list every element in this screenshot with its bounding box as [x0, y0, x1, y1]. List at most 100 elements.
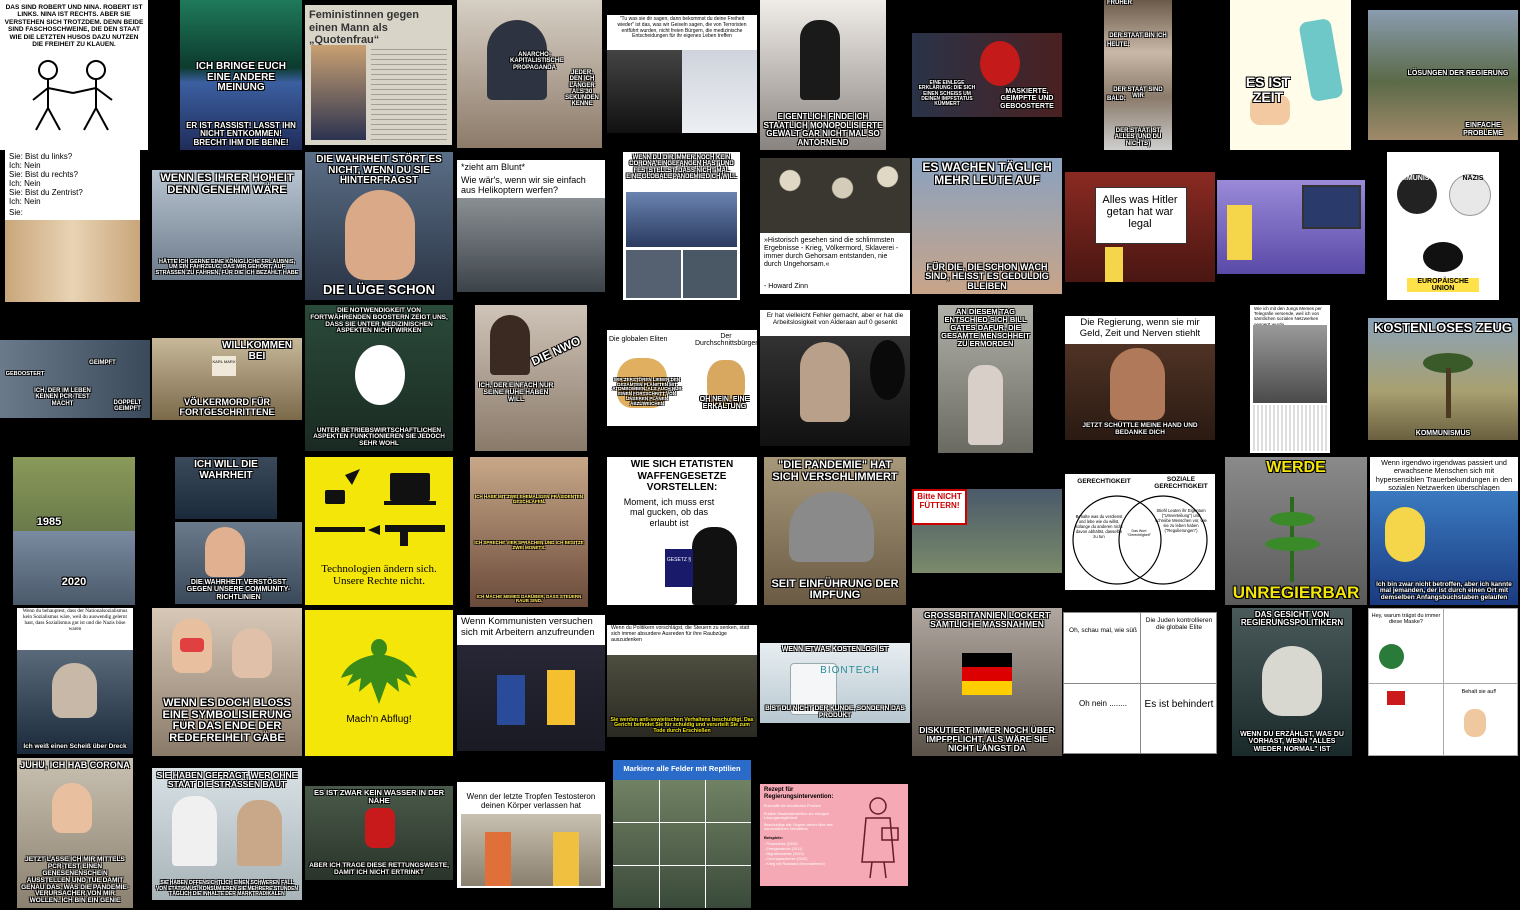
- meme-tile[interactable]: Mach'n Abflug!: [305, 610, 453, 756]
- meme-tile[interactable]: DAS SIND ROBERT UND NINA. ROBERT IST LIN…: [0, 0, 148, 150]
- meme-tile[interactable]: Sie: Bist du links? Ich: Nein Sie: Bist …: [5, 150, 140, 302]
- meme-tile[interactable]: Oh, schau mal, wie süß Die Juden kontrol…: [1063, 612, 1217, 754]
- meme-tile[interactable]: WENN ETWAS KOSTENLOS IST BIONTECH BIST D…: [760, 643, 910, 723]
- meme-tile[interactable]: ES IST ZWAR KEIN WASSER IN DER NÄHE ABER…: [305, 786, 453, 880]
- meme-caption: WIE SICH ETATISTEN WAFFENGESETZE VORSTEL…: [630, 459, 734, 493]
- meme-tile[interactable]: GROSSBRITANNIEN LOCKERT SÄMTLICHE MASSNA…: [912, 608, 1062, 756]
- meme-caption: WENN ES DOCH BLOSS EINE SYMBOLISIERUNG F…: [162, 697, 292, 744]
- meme-tile[interactable]: ICH BRINGE EUCH EINE ANDERE MEINUNG ER I…: [180, 0, 302, 150]
- meme-caption: Sie: Bist du Zentrist?: [9, 188, 83, 197]
- meme-caption: FÜR DIE, DIE SCHON WACH SIND, HEISST ES …: [925, 261, 1049, 291]
- meme-tile[interactable]: Markiere alle Felder mit Reptilien: [613, 760, 751, 908]
- meme-tile[interactable]: GERECHTIGKEIT SOZIALE GERECHTIGKEIT Beha…: [1065, 474, 1215, 590]
- meme-caption: ES IST ZWAR KEIN WASSER IN DER NÄHE: [313, 788, 444, 805]
- meme-tile[interactable]: Technologien ändern sich. Unsere Rechte …: [305, 457, 453, 605]
- meme-tile[interactable]: Wenn der letzte Tropfen Testosteron dein…: [457, 782, 605, 888]
- meme-tile[interactable]: Wenn irgendwo irgendwas passiert und erw…: [1370, 457, 1518, 605]
- meme-caption: - Coronapandemie (2020): [764, 857, 808, 861]
- meme-tile[interactable]: Feministinnen gegen einen Mann als „Quot…: [305, 5, 452, 145]
- meme-tile[interactable]: [1217, 180, 1365, 274]
- meme-caption: Alles was Hitler getan hat war legal: [1102, 194, 1178, 230]
- meme-tile[interactable]: Hey, warum trägst du immer diese Maske? …: [1368, 608, 1518, 756]
- meme-tile[interactable]: Wenn du behauptest, dass der Nationalsoz…: [17, 608, 133, 754]
- meme-tile[interactable]: KOMMUNISTEN NAZIS EUROPÄISCHE UNION: [1387, 152, 1499, 300]
- meme-caption: Hey, warum trägst du immer diese Maske?: [1371, 613, 1441, 625]
- meme-caption: Wie wär's, wenn wir sie einfach aus Heli…: [461, 175, 586, 196]
- meme-tile[interactable]: »Historisch gesehen sind die schlimmsten…: [760, 158, 910, 294]
- meme-tile[interactable]: EIGENTLICH FINDE ICH STAATLICH MONOPOLIS…: [760, 0, 886, 150]
- meme-caption: Ich habe mit zwei ehemaligen Präsidenten…: [474, 494, 583, 504]
- meme-tile[interactable]: DIE WAHRHEIT STÖRT ES NICHT, WENN DU SIE…: [305, 152, 453, 300]
- meme-caption: Wenn irgendwo irgendwas passiert und erw…: [1375, 458, 1513, 492]
- meme-caption: ABER ICH TRAGE DIESE RETTUNGSWESTE, DAMI…: [309, 862, 449, 877]
- meme-caption: KOMMUNISTEN: [1390, 175, 1444, 182]
- meme-caption: DAS GESICHT VON REGIERUNGSPOLITIKERN: [1240, 610, 1344, 628]
- meme-caption: ES WACHEN TÄGLICH MEHR LEUTE AUF: [922, 160, 1052, 187]
- meme-caption: Jeder, den ich länger als 30 Sekunden ke…: [565, 70, 599, 108]
- meme-tile[interactable]: Rezept für Regierungsintervention: Ersch…: [760, 784, 908, 886]
- meme-caption: Er hat vielleicht Fehler gemacht, aber e…: [766, 312, 904, 327]
- meme-caption: EUROPÄISCHE UNION: [1407, 278, 1479, 292]
- meme-caption: Oh nein ........: [1078, 699, 1128, 708]
- meme-caption: FRÜHER: [1107, 0, 1132, 6]
- meme-tile[interactable]: Wenn Kommunisten versuchen sich mit Arbe…: [457, 615, 605, 751]
- meme-caption: EINE EINLEGE ERKLÄRUNG: DIE SICH EINEN S…: [918, 80, 976, 107]
- meme-tile[interactable]: JUHU, ICH HAB CORONA JETZT LASSE ICH MIR…: [17, 758, 133, 908]
- meme-tile[interactable]: *zieht am Blunt* Wie wär's, wenn wir sie…: [457, 160, 605, 292]
- meme-tile[interactable]: Bitte NICHT FÜTTERN!: [912, 489, 1062, 573]
- meme-caption: Erschaffe ein künstliches Problem: [764, 804, 822, 808]
- meme-caption: DIE LÜGE SCHON: [323, 282, 435, 298]
- meme-tile[interactable]: SIE HABEN GEFRAGT, WER OHNE STAAT DIE ST…: [152, 768, 302, 900]
- meme-tile[interactable]: WENN ES DOCH BLOSS EINE SYMBOLISIERUNG F…: [152, 608, 302, 756]
- meme-tile[interactable]: Die globalen Eliten Der Durchschnittsbür…: [607, 330, 757, 426]
- meme-caption: Wenn du Politikern vorschlägst, die Steu…: [611, 625, 750, 643]
- meme-tile[interactable]: EINE EINLEGE ERKLÄRUNG: DIE SICH EINEN S…: [912, 33, 1062, 117]
- meme-caption: - Krieg mit Russland (bevorstehend): [764, 862, 825, 866]
- meme-tile[interactable]: WENN DU DIR IMMER NOCH KEIN CORONA EINGE…: [623, 152, 740, 300]
- meme-caption: Sie werden anti-sowjetischen Verhaltens …: [610, 716, 754, 734]
- meme-tile[interactable]: Die Regierung, wenn sie mir Geld, Zeit u…: [1065, 316, 1215, 440]
- meme-caption: Rezept für Regierungsintervention:: [764, 787, 834, 800]
- meme-tile[interactable]: WERDE UNREGIERBAR: [1225, 457, 1367, 605]
- meme-tile[interactable]: "Tu was sie dir sagen, dann bekommst du …: [607, 15, 757, 133]
- meme-tile[interactable]: Wenn du Politikern vorschlägst, die Steu…: [607, 625, 757, 737]
- meme-tile[interactable]: ICH WILL DIE WAHRHEIT: [175, 457, 277, 519]
- meme-tile[interactable]: anarcho-kapitalistische Propaganda Jeder…: [457, 0, 602, 148]
- meme-caption: Sie: Bist du links?: [9, 152, 73, 161]
- meme-tile[interactable]: FRÜHER DER STAAT BIN ICH HEUTE: DER STAA…: [1104, 0, 1172, 150]
- meme-tile[interactable]: WENN ES IHRER HOHEIT DENN GENEHM WÄRE HÄ…: [152, 170, 302, 280]
- meme-tile[interactable]: ES IST ZEIT: [1230, 0, 1351, 150]
- meme-caption: WENN DU ERZÄHLST, WAS DU VORHAST, WENN "…: [1240, 730, 1344, 753]
- meme-tile[interactable]: Er hat vielleicht Fehler gemacht, aber e…: [760, 310, 910, 446]
- meme-caption: GEIMPFT: [89, 360, 116, 366]
- meme-tile[interactable]: Die NWO Ich, der einfach nur seine Ruhe …: [475, 305, 587, 451]
- meme-tile[interactable]: ES WACHEN TÄGLICH MEHR LEUTE AUF FÜR DIE…: [912, 158, 1062, 294]
- meme-tile[interactable]: LÖSUNGEN DER REGIERUNG EINFACHE PROBLEME: [1368, 10, 1518, 140]
- meme-tile[interactable]: Alles was Hitler getan hat war legal: [1065, 172, 1215, 282]
- meme-tile[interactable]: 1985 2020: [13, 457, 135, 605]
- meme-tile[interactable]: "DIE PANDEMIE" HAT SICH VERSCHLIMMERT SE…: [764, 457, 906, 605]
- meme-caption: BIST DU NICHT DER KUNDE, SONDERN DAS PRO…: [765, 705, 905, 720]
- meme-tile[interactable]: DIE NOTWENDIGKEIT VON FORTWÄHRENDEN BOOS…: [305, 305, 453, 451]
- meme-tile[interactable]: KOSTENLOSES ZEUG KOMMUNISMUS: [1368, 318, 1518, 440]
- meme-caption: DIE WAHRHEIT STÖRT ES NICHT, WENN DU SIE…: [316, 154, 442, 186]
- meme-caption: "DIE PANDEMIE" HAT SICH VERSCHLIMMERT: [772, 459, 898, 483]
- meme-caption: anarcho-kapitalistische Propaganda: [510, 52, 564, 71]
- meme-caption: Bitte NICHT FÜTTERN!: [917, 492, 962, 510]
- meme-caption: Sie:: [9, 208, 23, 217]
- meme-tile[interactable]: GEBOOSTERT GEIMPFT ICH, DER IM LEBEN KEI…: [0, 340, 150, 418]
- meme-caption: GEBOOSTERT: [5, 371, 45, 377]
- meme-caption: Ich: Nein: [9, 179, 41, 188]
- meme-tile[interactable]: Ich habe mit zwei ehemaligen Präsidenten…: [470, 457, 588, 607]
- meme-tile[interactable]: AN DIESEM TAG ENTSCHIED SICH BILL GATES …: [938, 305, 1033, 453]
- meme-tile[interactable]: Wie ich mit den Jungs Memes per Telegraf…: [1250, 305, 1330, 453]
- meme-caption: SEIT EINFÜHRUNG DER IMPFUNG: [771, 577, 899, 602]
- meme-tile[interactable]: WIE SICH ETATISTEN WAFFENGESETZE VORSTEL…: [607, 457, 757, 605]
- meme-caption: BALD:: [1107, 96, 1126, 102]
- meme-tile[interactable]: DIE WAHRHEIT VERSTÖSST GEGEN UNSERE COMM…: [175, 522, 302, 604]
- meme-caption: 1985: [36, 516, 62, 528]
- meme-tile[interactable]: DAS GESICHT VON REGIERUNGSPOLITIKERN WEN…: [1232, 608, 1352, 756]
- meme-tile[interactable]: WILLKOMMEN BEI KARL MARX VÖLKERMORD FÜR …: [152, 338, 302, 420]
- meme-caption: Mach'n Abflug!: [346, 714, 412, 725]
- meme-caption: BIONTECH: [820, 665, 880, 676]
